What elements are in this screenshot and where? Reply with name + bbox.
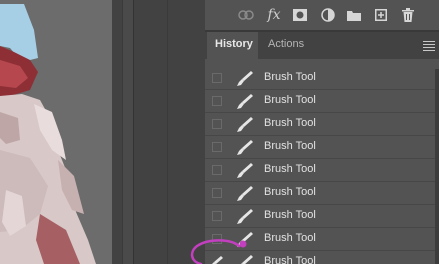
brush-icon	[237, 71, 253, 86]
snapshot-source-checkbox[interactable]	[212, 165, 222, 175]
panel-menu-icon[interactable]	[423, 39, 435, 51]
panel-gutter	[112, 0, 205, 264]
document-canvas[interactable]	[0, 0, 112, 264]
layer-mask-icon[interactable]	[290, 5, 310, 25]
brush-icon	[237, 186, 253, 201]
snapshot-source-checkbox[interactable]	[212, 96, 222, 106]
fx-icon[interactable]: fx	[264, 5, 284, 25]
artwork	[0, 0, 112, 264]
history-state[interactable]: Brush Tool	[205, 159, 439, 182]
history-state-label: Brush Tool	[264, 140, 316, 152]
annotation-circle	[190, 239, 247, 264]
history-state-label: Brush Tool	[264, 71, 316, 83]
history-state[interactable]: Brush Tool	[205, 90, 439, 113]
snapshot-source-checkbox[interactable]	[212, 188, 222, 198]
tab-history[interactable]: History	[207, 32, 258, 59]
history-state-label: Brush Tool	[264, 209, 316, 221]
layers-toolbar: fx	[205, 0, 439, 30]
adjustment-icon[interactable]	[318, 5, 338, 25]
brush-icon	[237, 140, 253, 155]
history-state[interactable]: Brush Tool	[205, 67, 439, 90]
panel-tab-bar: History Actions	[205, 32, 439, 59]
history-state[interactable]: Brush Tool	[205, 136, 439, 159]
link-icon[interactable]	[236, 5, 256, 25]
brush-icon	[237, 117, 253, 132]
brush-icon	[237, 209, 253, 224]
history-panel: fx History Actions Brush Tool Brush Tool…	[205, 0, 439, 264]
history-state-label: Brush Tool	[264, 117, 316, 129]
snapshot-source-checkbox[interactable]	[212, 119, 222, 129]
trash-icon[interactable]	[398, 5, 418, 25]
history-state-label: Brush Tool	[264, 163, 316, 175]
snapshot-source-checkbox[interactable]	[212, 73, 222, 83]
brush-icon	[237, 163, 253, 178]
history-state-label: Brush Tool	[264, 232, 316, 244]
history-state[interactable]: Brush Tool	[205, 182, 439, 205]
tab-actions[interactable]: Actions	[260, 32, 315, 59]
snapshot-source-checkbox[interactable]	[212, 142, 222, 152]
folder-icon[interactable]	[344, 5, 364, 25]
new-layer-icon[interactable]	[371, 5, 391, 25]
history-scrollbar[interactable]	[435, 69, 439, 264]
history-state[interactable]: Brush Tool	[205, 205, 439, 228]
history-state-label: Brush Tool	[264, 255, 316, 264]
history-state-label: Brush Tool	[264, 186, 316, 198]
brush-icon	[237, 94, 253, 109]
history-list: Brush Tool Brush Tool Brush Tool Brush T…	[205, 59, 439, 264]
history-state-label: Brush Tool	[264, 94, 316, 106]
snapshot-source-checkbox[interactable]	[212, 211, 222, 221]
history-state[interactable]: Brush Tool	[205, 113, 439, 136]
